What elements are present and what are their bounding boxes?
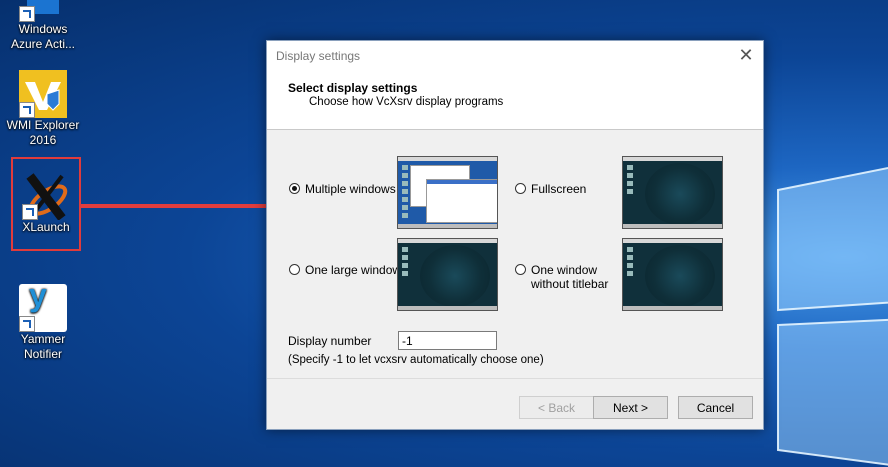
radio-multiple-windows[interactable]: [289, 183, 300, 194]
option-label: without titlebar: [531, 277, 609, 291]
desktop-icon-label: 2016: [29, 133, 57, 147]
option-label: Multiple windows: [305, 182, 396, 196]
dialog-title: Display settings: [276, 49, 361, 63]
option-fullscreen[interactable]: Fullscreen: [515, 182, 586, 196]
display-number-input[interactable]: [398, 331, 497, 350]
header-subtitle: Choose how VcXsrv display programs: [309, 96, 504, 108]
dialog-header: Select display settings Choose how VcXsr…: [267, 71, 763, 130]
close-icon: ✕: [738, 45, 754, 65]
desktop-icon-label: WMI Explorer: [6, 118, 80, 132]
wmi-explorer-icon: [19, 70, 67, 118]
yammer-icon: y: [19, 279, 67, 332]
footer-divider: [267, 378, 763, 379]
desktop-icon-label: Azure Acti...: [10, 37, 76, 51]
header-title: Select display settings: [288, 81, 418, 95]
highlight-box: [11, 157, 81, 251]
display-settings-dialog: Display settings ✕ Select display settin…: [266, 40, 764, 430]
option-label: One window: [531, 263, 598, 277]
desktop-icon-label: Notifier: [23, 347, 62, 361]
option-multiple-windows[interactable]: Multiple windows: [289, 182, 396, 196]
desktop-icon-label: Yammer: [20, 332, 66, 346]
option-label: One large window: [305, 263, 402, 277]
option-label: Fullscreen: [531, 182, 587, 196]
display-number-label: Display number: [288, 334, 372, 348]
next-button[interactable]: Next >: [593, 396, 668, 419]
desktop-icon-yammer-notifier[interactable]: y Yammer Notifier: [4, 279, 82, 362]
shortcut-arrow-icon: [19, 6, 35, 22]
preview-multiple-windows: [397, 156, 498, 229]
option-one-window-no-titlebar[interactable]: One window without titlebar: [515, 263, 608, 291]
title-bar[interactable]: Display settings ✕: [267, 41, 763, 71]
display-number-hint: (Specify -1 to let vcxsrv automatically …: [288, 354, 544, 366]
desktop-icon-windows-azure[interactable]: Windows Azure Acti...: [4, 0, 82, 52]
radio-one-window-no-titlebar[interactable]: [515, 264, 526, 275]
preview-fullscreen: [622, 156, 723, 229]
desktop-icon-wmi-explorer[interactable]: WMI Explorer 2016: [4, 70, 82, 148]
preview-one-large-window: [397, 238, 498, 311]
preview-one-window-no-titlebar: [622, 238, 723, 311]
shortcut-arrow-icon: [19, 316, 35, 332]
desktop-icon-label: Windows: [18, 22, 68, 36]
back-button[interactable]: < Back: [519, 396, 594, 419]
cancel-button[interactable]: Cancel: [678, 396, 753, 419]
radio-one-large-window[interactable]: [289, 264, 300, 275]
shortcut-arrow-icon: [19, 102, 35, 118]
azure-icon: [19, 0, 67, 22]
close-button[interactable]: ✕: [729, 41, 763, 71]
option-one-large-window[interactable]: One large window: [289, 263, 401, 277]
radio-fullscreen[interactable]: [515, 183, 526, 194]
